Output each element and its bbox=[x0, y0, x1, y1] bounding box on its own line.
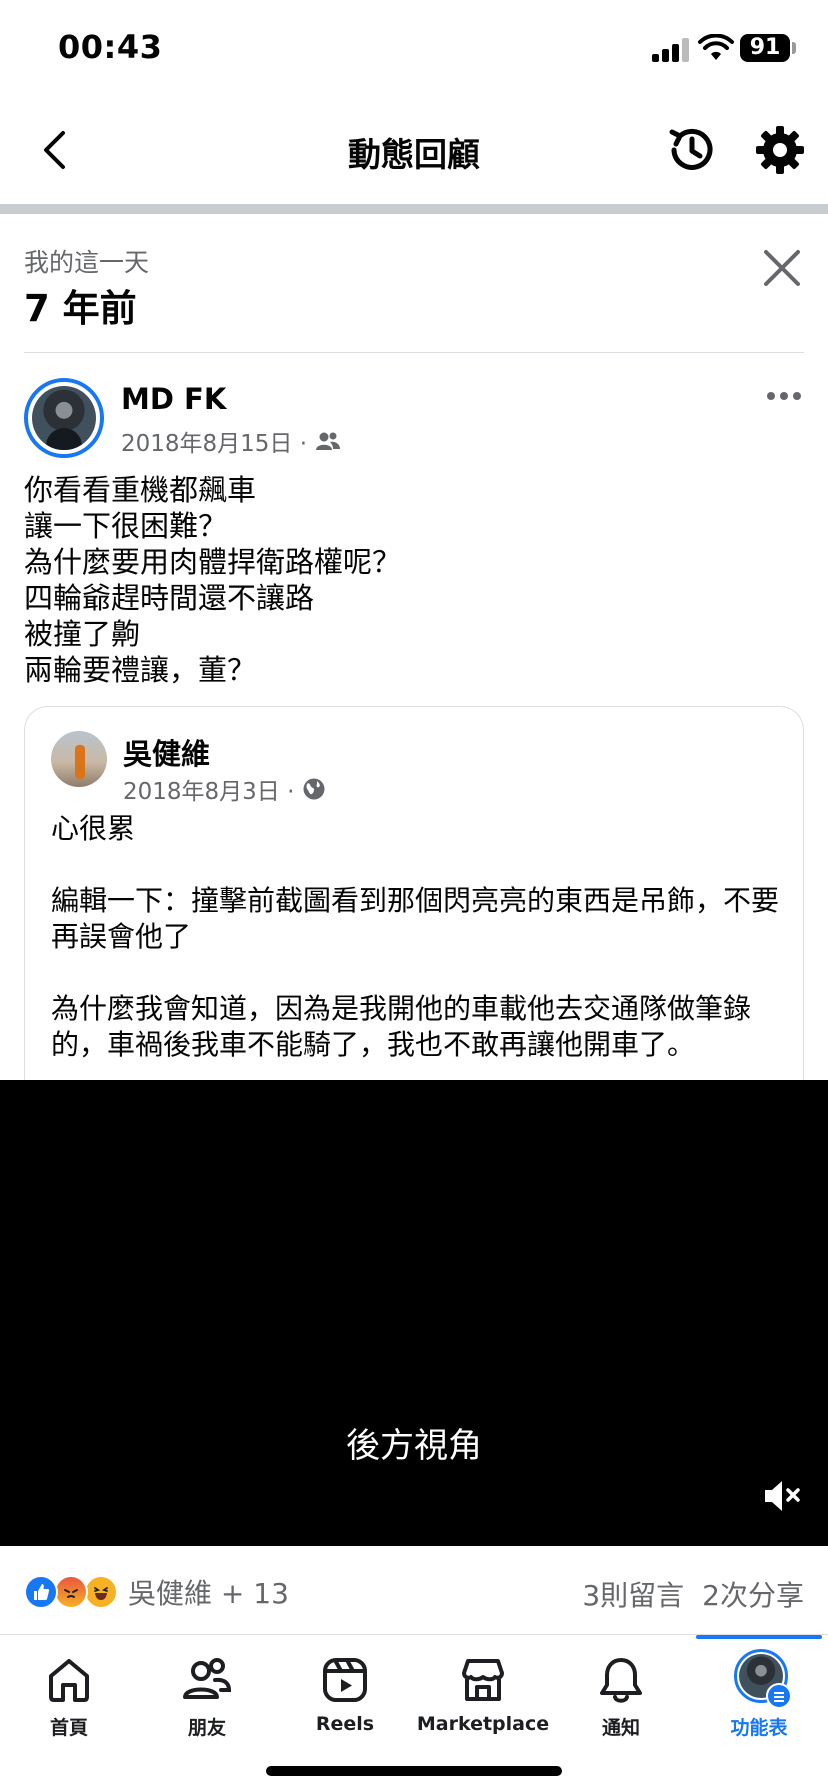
share-count[interactable]: 2次分享 bbox=[702, 1574, 804, 1614]
memory-subtitle: 我的這一天 bbox=[24, 248, 150, 277]
shared-author-avatar[interactable] bbox=[51, 731, 107, 787]
tab-friends[interactable]: 朋友 bbox=[138, 1635, 276, 1745]
haha-reaction-icon bbox=[84, 1575, 118, 1609]
tab-friends-label: 朋友 bbox=[187, 1717, 226, 1739]
post-body-text: 你看看重機都飆車 讓一下很困難？ 為什麼要用肉體捍衛路權呢？ 四輪爺趕時間還不讓… bbox=[24, 473, 402, 687]
tab-home[interactable]: 首頁 bbox=[0, 1635, 138, 1745]
menu-hamburger-icon bbox=[766, 1683, 792, 1709]
more-dot-icon bbox=[780, 392, 788, 400]
shared-post-body-text: 心很累 編輯一下：撞擊前截圖看到那個閃亮亮的東西是吊飾，不要再誤會他了 為什麼我… bbox=[51, 812, 780, 1061]
reels-icon bbox=[323, 1658, 367, 1702]
header-divider bbox=[0, 204, 828, 214]
tab-marketplace-label: Marketplace bbox=[416, 1713, 550, 1735]
shared-post-date: 2018年8月3日 · bbox=[123, 779, 295, 805]
battery-nub bbox=[792, 42, 796, 54]
tab-menu-label: 功能表 bbox=[730, 1717, 788, 1739]
history-button[interactable] bbox=[664, 122, 720, 178]
tab-reels[interactable]: Reels bbox=[276, 1635, 414, 1745]
video-player[interactable]: 後方視角 bbox=[0, 1080, 828, 1546]
post-meta: 2018年8月15日 · bbox=[121, 424, 341, 458]
tab-menu[interactable]: 功能表 bbox=[690, 1635, 828, 1745]
friends-icon bbox=[316, 432, 341, 450]
post-date: 2018年8月15日 · bbox=[121, 431, 308, 457]
marketplace-icon bbox=[462, 1659, 504, 1701]
like-reaction-icon bbox=[24, 1575, 58, 1609]
video-caption: 後方視角 bbox=[346, 1426, 482, 1466]
post-author-avatar[interactable] bbox=[24, 378, 104, 458]
mute-toggle-button[interactable] bbox=[762, 1478, 802, 1514]
close-icon bbox=[764, 250, 800, 286]
home-indicator[interactable] bbox=[266, 1766, 562, 1776]
wifi-icon bbox=[698, 34, 734, 60]
cellular-signal-icon bbox=[652, 38, 690, 62]
speaker-muted-icon bbox=[765, 1481, 800, 1511]
engagement-stats: 3則留言 2次分享 bbox=[582, 1574, 804, 1614]
avatar-image bbox=[32, 386, 96, 450]
shared-post-card[interactable]: 吳健維 2018年8月3日 · 心很累 編輯一下：撞擊前截圖看到那個閃亮亮的東西… bbox=[24, 706, 804, 1086]
angry-reaction-icon bbox=[54, 1575, 88, 1609]
tab-notifications[interactable]: 通知 bbox=[552, 1635, 690, 1745]
status-bar: 00:43 91 bbox=[0, 0, 828, 100]
tab-marketplace[interactable]: Marketplace bbox=[414, 1635, 552, 1745]
close-button[interactable] bbox=[758, 244, 806, 292]
home-icon bbox=[49, 1659, 89, 1702]
shared-post-meta: 2018年8月3日 · bbox=[123, 772, 326, 806]
globe-icon bbox=[303, 778, 325, 800]
shared-author-name[interactable]: 吳健維 bbox=[123, 731, 210, 773]
tab-home-label: 首頁 bbox=[49, 1717, 88, 1739]
more-options-button[interactable] bbox=[764, 384, 804, 408]
battery-indicator: 91 bbox=[740, 34, 790, 62]
section-divider bbox=[24, 352, 804, 353]
settings-button[interactable] bbox=[752, 122, 808, 178]
bell-icon bbox=[600, 1658, 642, 1703]
memory-years-ago: 7 年前 bbox=[24, 287, 137, 330]
tab-reels-label: Reels bbox=[315, 1713, 375, 1735]
more-dot-icon bbox=[793, 392, 801, 400]
tab-notifications-label: 通知 bbox=[601, 1717, 640, 1739]
reaction-names: 吳健維 + 13 bbox=[128, 1577, 289, 1610]
more-dot-icon bbox=[767, 392, 775, 400]
gear-icon bbox=[756, 126, 804, 174]
comment-count[interactable]: 3則留言 bbox=[582, 1574, 684, 1614]
history-icon bbox=[669, 128, 713, 170]
status-time: 00:43 bbox=[58, 28, 163, 66]
top-navigation: 動態回顧 bbox=[0, 100, 828, 204]
friends-icon bbox=[183, 1658, 232, 1699]
reactions-summary[interactable]: 吳健維 + 13 bbox=[24, 1572, 289, 1612]
post-author-name[interactable]: MD FK bbox=[121, 382, 226, 416]
